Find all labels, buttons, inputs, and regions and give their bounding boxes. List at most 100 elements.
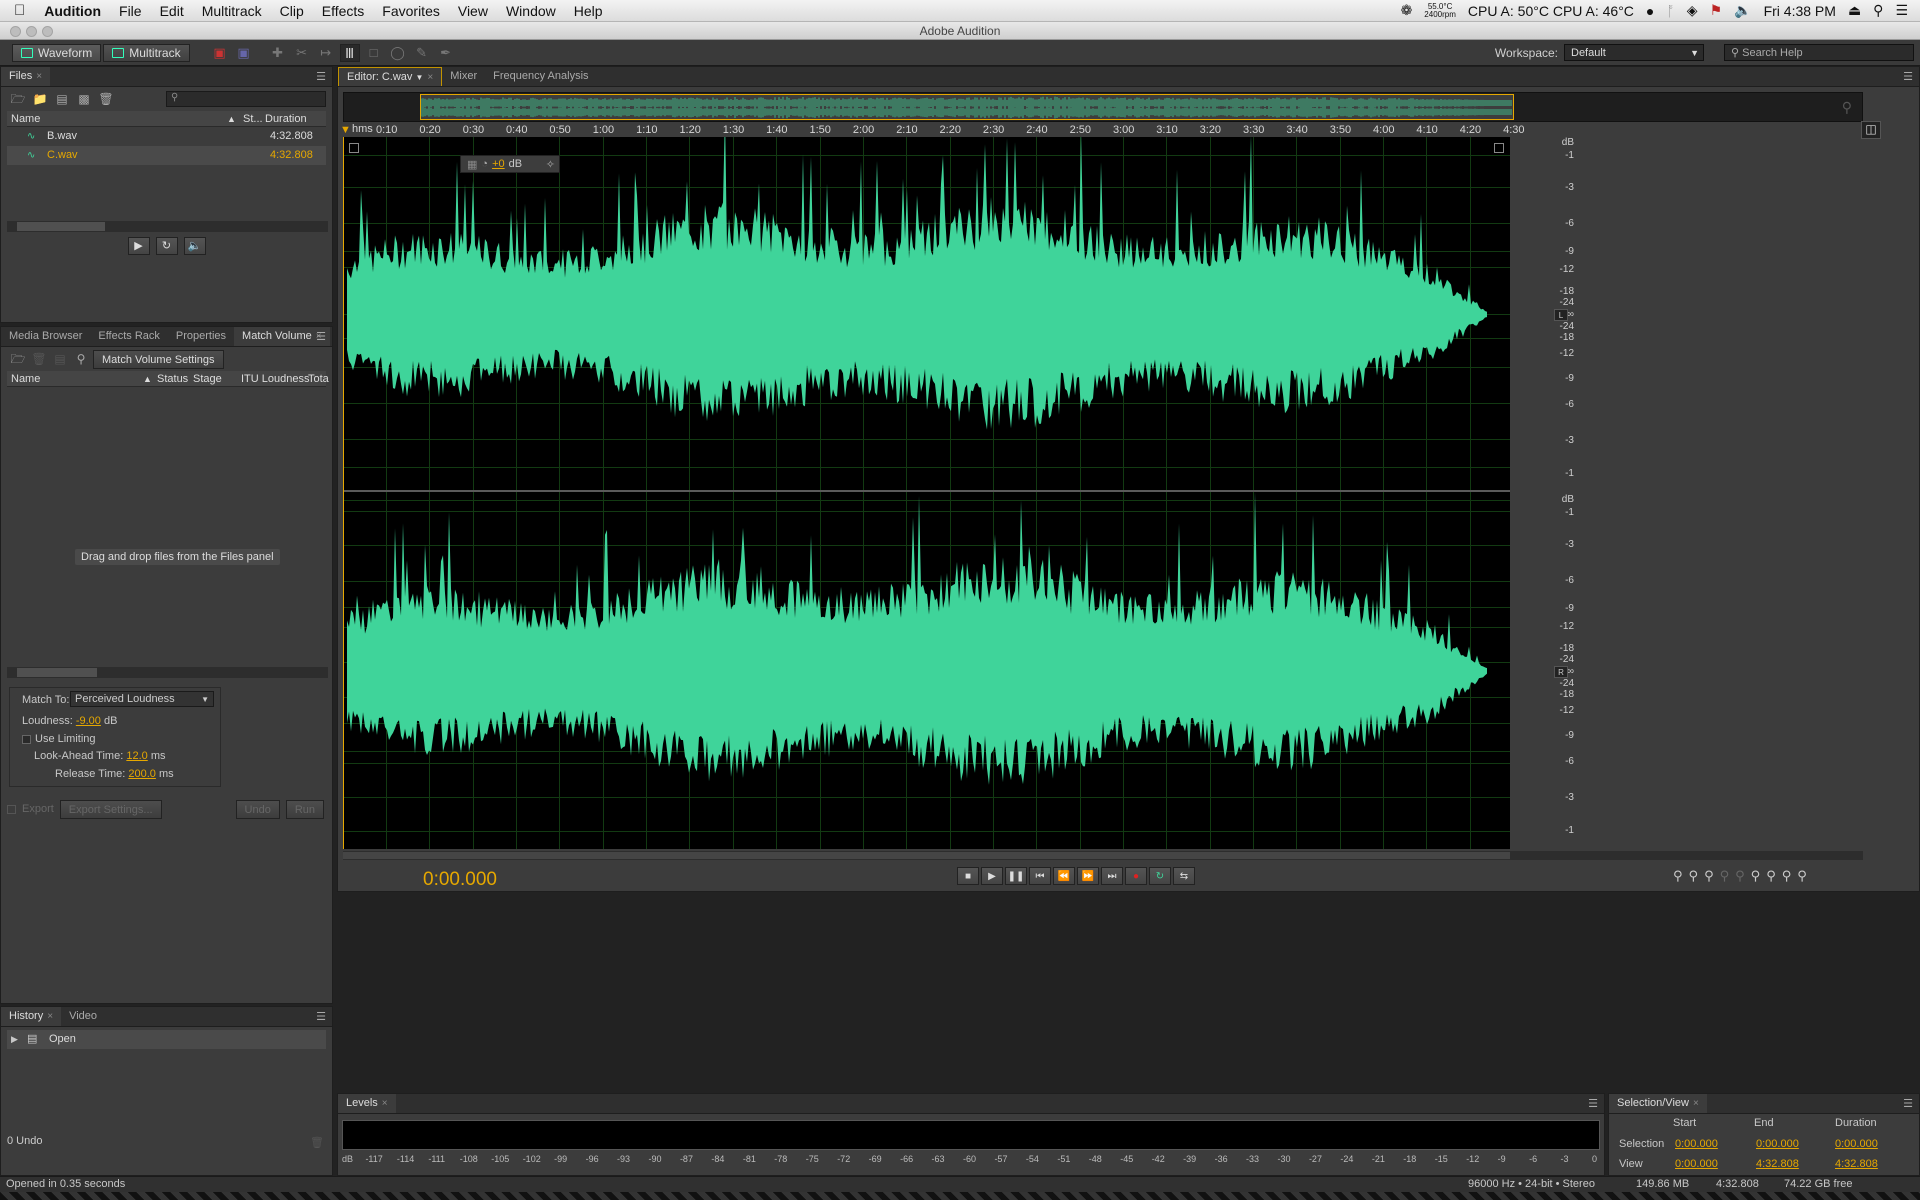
knob-icon[interactable]: ◔ [481, 158, 488, 170]
auto-play-icon[interactable]: 🔈 [183, 237, 206, 255]
editor-hscrollbar[interactable] [343, 851, 1863, 860]
clear-icon[interactable]: ▤ [51, 351, 69, 367]
menu-favorites[interactable]: Favorites [373, 3, 449, 19]
fade-in-handle-icon[interactable] [349, 143, 359, 153]
time-display[interactable]: 0:00.000 [423, 869, 497, 891]
loop-icon[interactable]: ↻ [155, 237, 178, 255]
waveform-view-button[interactable]: Waveform [12, 43, 102, 62]
tab-properties[interactable]: Properties [168, 327, 234, 346]
menu-file[interactable]: File [110, 3, 151, 19]
clock[interactable]: Fri 4:38 PM [1764, 3, 1836, 19]
panel-menu-icon[interactable]: ☰ [1903, 70, 1913, 83]
export-settings-button[interactable]: Export Settings... [59, 799, 162, 819]
zoom-in-time-icon[interactable]: ⚲ [1704, 868, 1714, 884]
hud-gain-value[interactable]: +0 [492, 158, 505, 170]
zoom-selection-icon[interactable]: ⚲ [1782, 868, 1792, 884]
col-name[interactable]: Name [11, 111, 40, 127]
menu-clip[interactable]: Clip [271, 3, 313, 19]
undo-button[interactable]: Undo [235, 799, 280, 819]
notification-list-icon[interactable]: ☰ [1895, 2, 1908, 19]
close-icon[interactable]: × [36, 71, 42, 82]
spot-healing-icon[interactable]: ✒ [436, 44, 456, 62]
record-icon[interactable]: ● [1125, 867, 1147, 885]
expand-icon[interactable]: ▶ [11, 1030, 18, 1049]
bluetooth-icon[interactable]: ᚩ [1666, 3, 1674, 19]
menu-view[interactable]: View [449, 3, 497, 19]
panel-menu-icon[interactable]: ☰ [316, 330, 326, 343]
tab-effects-rack[interactable]: Effects Rack [90, 327, 168, 346]
volume-icon[interactable]: 🔈 [1734, 2, 1751, 19]
files-hscrollbar[interactable] [7, 221, 328, 232]
zoom-window-button[interactable] [42, 26, 53, 37]
loop-playback-icon[interactable]: ↻ [1149, 867, 1171, 885]
overview-view-range[interactable] [420, 94, 1514, 120]
tab-history[interactable]: History × [1, 1007, 62, 1026]
col-status[interactable]: Status [157, 371, 188, 387]
zoom-out-point-icon[interactable]: ⚲ [1766, 868, 1776, 884]
cpu-temp[interactable]: CPU A: 50°C CPU A: 46°C [1468, 3, 1634, 19]
mv-hscrollbar[interactable] [7, 667, 328, 678]
tab-media-browser[interactable]: Media Browser [1, 327, 90, 346]
col-status[interactable]: St... [243, 111, 263, 127]
zoom-in-amplitude-icon[interactable]: ⚲ [1673, 868, 1683, 884]
chevron-down-icon[interactable]: ▼ [415, 73, 423, 82]
mv-drop-area[interactable]: Drag and drop files from the Files panel [7, 389, 328, 671]
panel-menu-icon[interactable]: ☰ [1903, 1097, 1913, 1110]
slip-tool-icon[interactable]: ↦ [316, 44, 336, 62]
use-limiting-checkbox[interactable] [22, 734, 31, 744]
razor-tool-icon[interactable]: ✂ [292, 44, 312, 62]
trash-icon[interactable]: 🗑 [30, 351, 48, 367]
headphones-icon[interactable]: ◫ [1861, 121, 1881, 139]
pin-icon[interactable]: ✧ [546, 158, 555, 171]
menu-help[interactable]: Help [565, 3, 612, 19]
menu-effects[interactable]: Effects [313, 3, 374, 19]
col-itu-loudness[interactable]: ITU Loudness [241, 371, 309, 387]
play-icon[interactable]: ▶ [981, 867, 1003, 885]
brush-tool-icon[interactable]: ✎ [412, 44, 432, 62]
col-total[interactable]: Tota [308, 371, 329, 387]
scan-icon[interactable]: ⚲ [72, 351, 90, 367]
col-duration[interactable]: Duration [265, 111, 307, 127]
close-icon[interactable]: × [382, 1098, 388, 1109]
run-button[interactable]: Run [285, 799, 324, 819]
sel-end[interactable]: 0:00.000 [1756, 1138, 1799, 1150]
new-file-icon[interactable]: ▤ [53, 91, 71, 107]
trash-icon[interactable]: 🗑 [310, 1136, 324, 1149]
skip-selection-icon[interactable]: ⇆ [1173, 867, 1195, 885]
eject-icon[interactable]: ⏏ [1848, 2, 1861, 19]
time-ruler[interactable]: hms 0:10 0:20 0:30 0:40 0:50 1:00 1:10 1:20 1:30… [340, 121, 1881, 139]
file-row-c[interactable]: ∿ C.wav 4:32.808 [7, 146, 326, 165]
folder-icon[interactable]: 🗁 [9, 351, 27, 367]
tab-mixer[interactable]: Mixer [442, 67, 485, 86]
panel-menu-icon[interactable]: ☰ [316, 70, 326, 83]
col-name[interactable]: Name [11, 371, 40, 387]
release-value[interactable]: 200.0 [128, 768, 156, 780]
fast-forward-icon[interactable]: ⏩ [1077, 867, 1099, 885]
channel-r-toggle[interactable]: R [1554, 666, 1568, 678]
file-row-b[interactable]: ∿ B.wav 4:32.808 [7, 127, 326, 146]
minimize-window-button[interactable] [26, 26, 37, 37]
zoom-to-selection-icon[interactable]: ⚲ [1842, 99, 1852, 116]
insert-multitrack-icon[interactable]: ▩ [75, 91, 93, 107]
match-to-select[interactable]: Perceived Loudness ▼ [70, 691, 214, 707]
overview-bar[interactable]: ⚲ [343, 92, 1863, 122]
marquee-tool-icon[interactable]: □ [364, 44, 384, 62]
scroll-thumb[interactable] [17, 668, 97, 677]
apple-menu-icon[interactable]:  [0, 2, 35, 19]
match-volume-settings-button[interactable]: Match Volume Settings [93, 349, 224, 369]
view-start[interactable]: 0:00.000 [1675, 1158, 1718, 1170]
flag-icon[interactable]: ⚑ [1710, 2, 1723, 19]
play-icon[interactable]: ▶ [127, 237, 150, 255]
rewind-icon[interactable]: ⏪ [1053, 867, 1075, 885]
wifi-icon[interactable]: ◈ [1687, 2, 1698, 19]
view-duration[interactable]: 4:32.808 [1835, 1158, 1878, 1170]
lasso-tool-icon[interactable]: ◯ [388, 44, 408, 62]
zoom-out-time-icon[interactable]: ⚲ [1720, 868, 1730, 884]
stop-icon[interactable]: ■ [957, 867, 979, 885]
files-filter-input[interactable]: ⚲ [166, 91, 326, 107]
close-icon[interactable]: × [427, 72, 433, 83]
move-tool-icon[interactable]: ✚ [268, 44, 288, 62]
zoom-out-amplitude-icon[interactable]: ⚲ [1689, 868, 1699, 884]
search-help-input[interactable]: ⚲ Search Help [1724, 44, 1914, 61]
waveform-display[interactable]: ▦ ◔ +0 dB ✧ [343, 137, 1510, 849]
